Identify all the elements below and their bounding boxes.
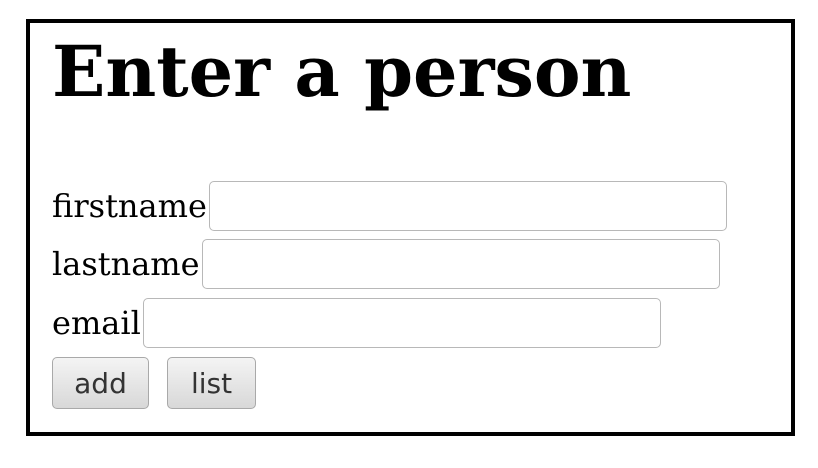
add-button[interactable]: add [52,357,149,409]
email-label: email [52,304,141,342]
lastname-input[interactable] [201,239,720,289]
email-input[interactable] [142,298,661,348]
list-button[interactable]: list [167,357,256,409]
page-title: Enter a person [52,30,632,113]
lastname-label: lastname [52,245,200,283]
email-row: email [52,295,661,351]
firstname-label: firstname [52,187,207,225]
person-form-frame: Enter a person firstname lastname email … [26,19,795,436]
firstname-row: firstname [52,178,727,234]
lastname-row: lastname [52,236,720,292]
button-bar: add list [52,357,256,409]
firstname-input[interactable] [208,181,727,231]
